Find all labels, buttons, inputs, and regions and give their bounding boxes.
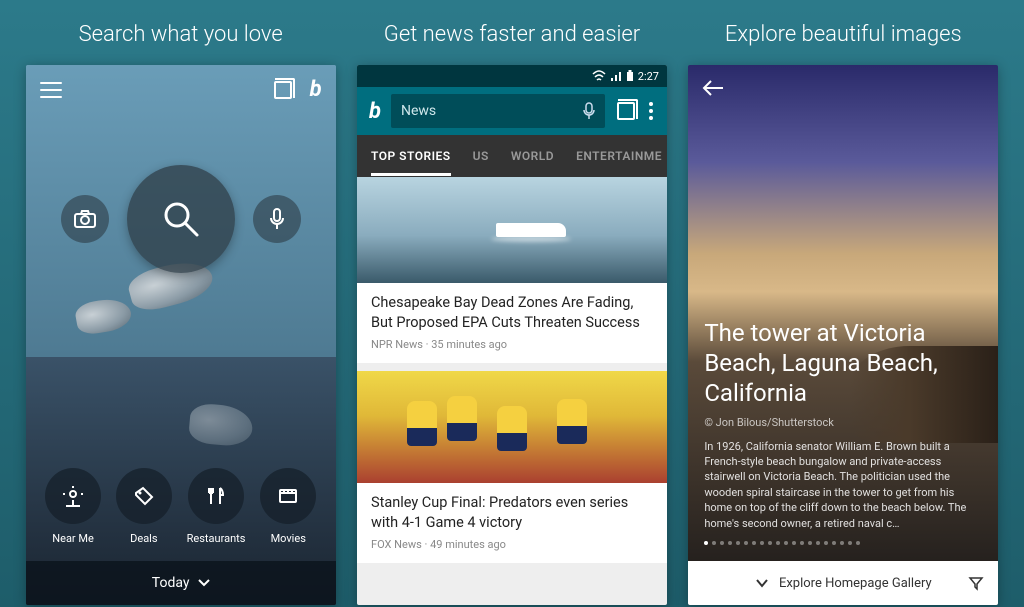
camera-icon [74, 210, 96, 228]
explore-gallery-label: Explore Homepage Gallery [779, 576, 932, 591]
overflow-menu-icon[interactable] [649, 102, 653, 120]
column-title-news: Get news faster and easier [384, 22, 640, 47]
category-near-me[interactable]: Near Me [45, 468, 101, 545]
search-value: News [401, 103, 436, 119]
today-label: Today [152, 575, 190, 591]
bing-logo[interactable]: b [365, 99, 385, 124]
phone-news: 2:27 b News TOP STORIES US WORLD ENTERTA… [357, 65, 667, 605]
tabs-icon[interactable] [617, 102, 635, 120]
today-button[interactable]: Today [26, 561, 336, 605]
article-title: Stanley Cup Final: Predators even series… [371, 493, 653, 532]
microphone-icon[interactable] [583, 102, 595, 120]
article-image [357, 177, 667, 283]
deals-icon [133, 485, 155, 507]
image-description: In 1926, California senator William E. B… [704, 439, 982, 531]
bing-logo[interactable]: b [310, 77, 322, 102]
news-tabs: TOP STORIES US WORLD ENTERTAINME [357, 135, 667, 177]
category-label: Near Me [52, 532, 94, 545]
article-card[interactable]: Chesapeake Bay Dead Zones Are Fading, Bu… [357, 177, 667, 363]
article-image [357, 371, 667, 483]
article-meta: NPR News · 35 minutes ago [371, 338, 653, 351]
category-label: Movies [271, 532, 306, 545]
chevron-down-icon [755, 578, 769, 588]
explore-gallery-button[interactable]: Explore Homepage Gallery [688, 561, 998, 605]
tab-entertainment[interactable]: ENTERTAINME [576, 149, 662, 163]
category-label: Restaurants [187, 532, 246, 545]
search-input[interactable]: News [391, 94, 605, 128]
tab-top-stories[interactable]: TOP STORIES [371, 149, 451, 176]
image-title: The tower at Victoria Beach, Laguna Beac… [704, 318, 982, 408]
movies-icon [277, 485, 299, 507]
phone-search: b Near Me [26, 65, 336, 605]
column-title-images: Explore beautiful images [725, 22, 962, 47]
back-button[interactable] [702, 79, 724, 97]
article-meta: FOX News · 49 minutes ago [371, 538, 653, 551]
column-title-search: Search what you love [79, 22, 283, 47]
near-me-icon [62, 485, 84, 507]
category-row: Near Me Deals Restaurants Movies [26, 468, 336, 545]
article-title: Chesapeake Bay Dead Zones Are Fading, Bu… [371, 293, 653, 332]
category-restaurants[interactable]: Restaurants [187, 468, 246, 545]
tab-world[interactable]: WORLD [511, 149, 554, 163]
category-deals[interactable]: Deals [116, 468, 172, 545]
phone-images: The tower at Victoria Beach, Laguna Beac… [688, 65, 998, 605]
tabs-icon[interactable] [274, 81, 292, 99]
status-bar: 2:27 [357, 65, 667, 87]
menu-icon[interactable] [40, 82, 62, 98]
filter-icon[interactable] [968, 575, 984, 591]
category-label: Deals [130, 532, 157, 545]
pagination-dots[interactable] [704, 541, 982, 545]
search-icon [159, 197, 203, 241]
microphone-icon [270, 208, 284, 230]
signal-icon [610, 70, 622, 82]
tab-us[interactable]: US [473, 149, 489, 163]
arrow-left-icon [702, 79, 724, 97]
wifi-icon [592, 70, 606, 82]
chevron-down-icon [198, 579, 210, 587]
battery-icon [626, 70, 634, 82]
restaurants-icon [205, 485, 227, 507]
category-movies[interactable]: Movies [260, 468, 316, 545]
voice-search-button[interactable] [253, 195, 301, 243]
camera-search-button[interactable] [61, 195, 109, 243]
image-credit: © Jon Bilous/Shutterstock [704, 416, 982, 429]
search-button[interactable] [127, 165, 235, 273]
article-card[interactable]: Stanley Cup Final: Predators even series… [357, 371, 667, 563]
status-time: 2:27 [638, 70, 659, 83]
